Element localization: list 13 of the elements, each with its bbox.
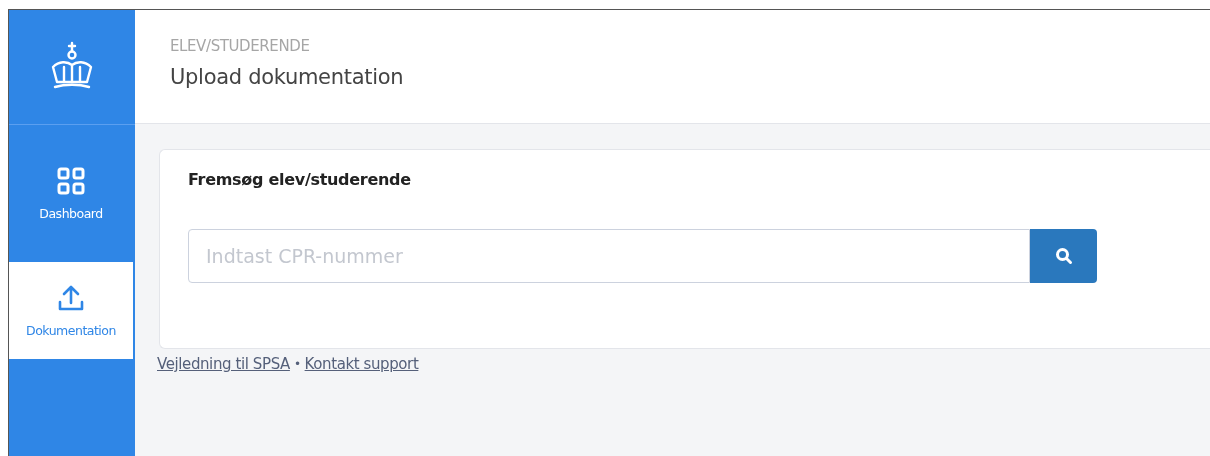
cpr-input-field[interactable]: Indtast CPR-nummer: [188, 229, 1030, 283]
breadcrumb: ELEV/STUDERENDE: [170, 37, 311, 55]
footer-link[interactable]: Kontakt support: [304, 355, 419, 373]
card-title: Fremsøg elev/studerende: [188, 170, 412, 189]
sidebar-nav-item[interactable]: Dashboard: [9, 125, 133, 262]
page-title: Upload dokumentation: [170, 65, 405, 89]
sidebar-nav-item[interactable]: Dokumentation: [9, 262, 133, 359]
search-button[interactable]: [1030, 229, 1097, 283]
upload-icon: [56, 283, 86, 313]
search-icon: [1054, 247, 1073, 265]
footer-link[interactable]: Vejledning til SPSA: [157, 355, 290, 373]
separator-dot: •: [293, 357, 301, 371]
grid-icon: [56, 166, 86, 196]
